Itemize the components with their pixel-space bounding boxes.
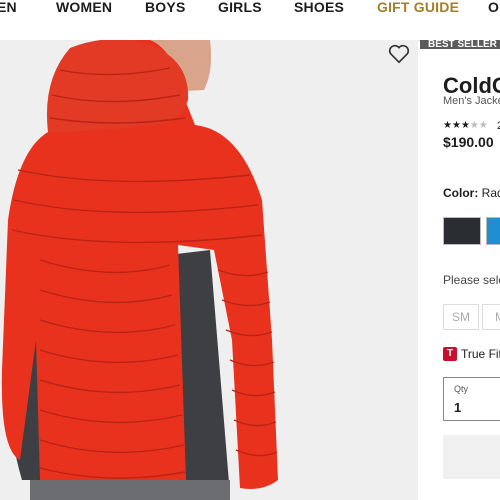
- true-fit-link[interactable]: True Fit: [461, 347, 500, 361]
- product-price: $190.00: [443, 134, 494, 150]
- size-prompt: Please sele: [443, 273, 500, 287]
- star-icon: ★: [443, 120, 452, 131]
- star-icon: ★: [460, 120, 470, 131]
- heart-icon[interactable]: [388, 44, 410, 64]
- nav-link-outlet[interactable]: OU: [488, 0, 500, 14]
- quantity-value: 1: [454, 400, 462, 415]
- jacket-hood: [46, 40, 189, 132]
- nav-link-girls[interactable]: GIRLS: [218, 0, 262, 14]
- color-label: Color: Radi: [443, 186, 500, 200]
- nav-link-gift-guide[interactable]: GIFT GUIDE: [377, 0, 459, 14]
- star-icon: ★: [451, 120, 461, 131]
- quantity-label: Qty: [454, 384, 469, 394]
- color-swatch-blue[interactable]: [486, 217, 500, 245]
- model-pants: [30, 480, 230, 500]
- product-image[interactable]: [0, 40, 418, 500]
- color-swatch-black[interactable]: [443, 217, 481, 245]
- add-to-bag-button[interactable]: [443, 435, 500, 479]
- top-nav: EN WOMEN BOYS GIRLS SHOES GIFT GUIDE OU: [0, 0, 500, 41]
- rating-stars[interactable]: ★★★★★: [443, 120, 488, 131]
- nav-link-women[interactable]: WOMEN: [56, 0, 112, 14]
- star-empty-icon: ★: [469, 120, 479, 131]
- nav-link-men[interactable]: EN: [0, 0, 17, 14]
- star-empty-icon: ★: [478, 120, 488, 131]
- product-subtitle: Men's Jacke: [443, 95, 500, 107]
- size-button-sm[interactable]: SM: [443, 304, 479, 330]
- color-label-value: Radi: [481, 186, 500, 200]
- best-seller-badge: BEST SELLER: [420, 40, 500, 49]
- quantity-select[interactable]: Qty 1: [443, 377, 500, 421]
- nav-link-shoes[interactable]: SHOES: [294, 0, 344, 14]
- color-label-key: Color:: [443, 186, 479, 200]
- jacket-photo: [1, 40, 279, 500]
- true-fit-logo-icon: T: [443, 347, 457, 361]
- size-button-m[interactable]: M: [482, 304, 500, 330]
- nav-link-boys[interactable]: BOYS: [145, 0, 185, 14]
